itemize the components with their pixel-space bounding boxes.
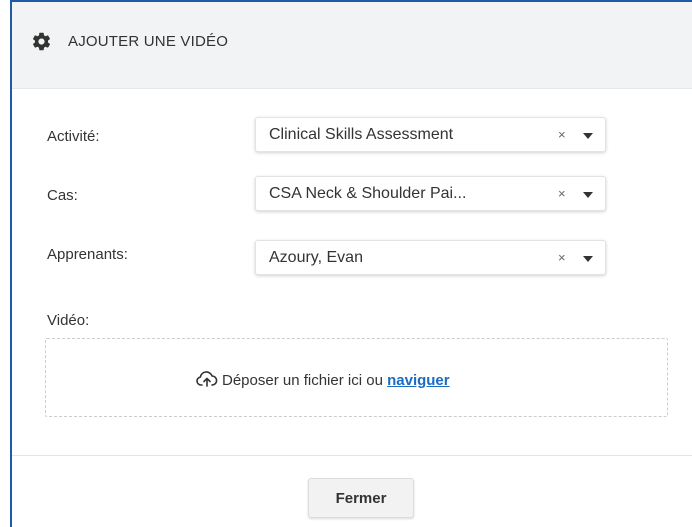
- dropzone-text: Déposer un fichier ici ou: [222, 372, 388, 389]
- activity-clear-icon[interactable]: ×: [558, 126, 566, 144]
- add-video-dialog: AJOUTER UNE VIDÉO Activité: Clinical Ski…: [10, 0, 692, 527]
- activity-select[interactable]: Clinical Skills Assessment ×: [255, 117, 606, 152]
- activity-caret-down-icon[interactable]: [583, 133, 593, 139]
- dialog-header: AJOUTER UNE VIDÉO: [12, 2, 692, 89]
- learners-label: Apprenants:: [47, 246, 128, 263]
- case-caret-down-icon[interactable]: [583, 192, 593, 198]
- dropzone-message: Déposer un fichier ici ou naviguer: [196, 370, 450, 390]
- learners-select[interactable]: Azoury, Evan ×: [255, 240, 606, 275]
- browse-link[interactable]: naviguer: [387, 372, 450, 389]
- video-label: Vidéo:: [47, 312, 90, 329]
- activity-select-value: Clinical Skills Assessment: [269, 126, 454, 143]
- case-select-value: CSA Neck & Shoulder Pai...: [269, 185, 467, 202]
- learners-select-value: Azoury, Evan: [269, 249, 363, 266]
- activity-label: Activité:: [47, 128, 100, 145]
- learners-clear-icon[interactable]: ×: [558, 249, 566, 267]
- learners-caret-down-icon[interactable]: [583, 256, 593, 262]
- gear-icon: [32, 32, 51, 51]
- case-clear-icon[interactable]: ×: [558, 185, 566, 203]
- case-select[interactable]: CSA Neck & Shoulder Pai... ×: [255, 176, 606, 211]
- footer-divider: [12, 455, 692, 456]
- close-button[interactable]: Fermer: [308, 478, 414, 518]
- case-label: Cas:: [47, 187, 78, 204]
- dialog-title: AJOUTER UNE VIDÉO: [68, 33, 229, 50]
- cloud-upload-icon: [196, 371, 218, 387]
- video-dropzone[interactable]: Déposer un fichier ici ou naviguer: [45, 338, 668, 417]
